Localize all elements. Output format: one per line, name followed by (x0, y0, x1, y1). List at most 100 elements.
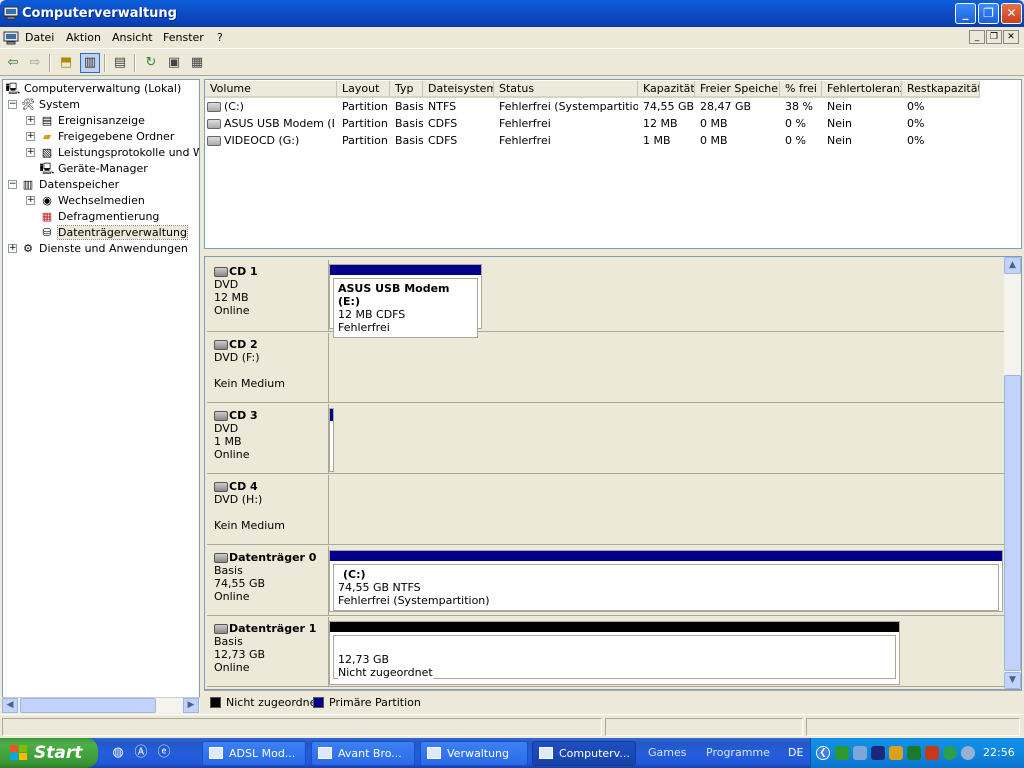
cd-volume-icon (207, 136, 221, 146)
column-typ[interactable]: Typ (390, 81, 423, 98)
tree-node-geraete-manager[interactable]: 🖳 Geräte-Manager (39, 161, 148, 177)
expand-dienste-toggle[interactable]: + (8, 244, 17, 253)
close-button[interactable]: ✕ (1001, 3, 1022, 24)
tree-scroll-thumb[interactable] (20, 698, 156, 713)
column-volume[interactable]: Volume (205, 81, 337, 98)
disk-label-cd1[interactable]: CD 1 DVD 12 MB Online (207, 260, 329, 332)
column-kapazitaet[interactable]: Kapazität (638, 81, 695, 98)
tree-horizontal-scrollbar[interactable]: ◀ ▶ (2, 697, 200, 713)
column-dateisystem[interactable]: Dateisystem (423, 81, 494, 98)
column-prozent-frei[interactable]: % frei (780, 81, 822, 98)
partition-unallocated[interactable]: 12,73 GB Nicht zugeordnet (329, 621, 900, 685)
expand-leistungsprotokolle-toggle[interactable]: + (26, 148, 35, 157)
tray-usb-icon[interactable] (889, 746, 903, 760)
child-close-button[interactable]: ✕ (1003, 30, 1019, 44)
clock[interactable]: 22:56 (983, 746, 1015, 759)
maximize-button[interactable]: ❐ (978, 3, 999, 24)
mmc-system-icon[interactable] (3, 30, 19, 46)
tree-node-ereignisanzeige[interactable]: ▤ Ereignisanzeige (39, 113, 145, 129)
help-icon[interactable]: ▤ (110, 53, 130, 73)
console-tree[interactable]: 🖳 Computerverwaltung (Lokal) − 🛠 System + … (2, 79, 200, 713)
disk-label-cd4[interactable]: CD 4 DVD (H:) Kein Medium (207, 475, 329, 545)
scroll-up-button[interactable]: ▲ (1004, 257, 1021, 274)
task-avant-browser[interactable]: Avant Bro... (311, 741, 415, 766)
column-fehlertoleranz[interactable]: Fehlertoleranz (822, 81, 902, 98)
disk-map[interactable]: CD 1 DVD 12 MB Online ASUS USB Modem (E:… (204, 256, 1022, 690)
menu-datei[interactable]: Datei (25, 31, 54, 44)
column-freier-speicher[interactable]: Freier Speicher (695, 81, 780, 98)
tray-antivirus-icon[interactable] (925, 746, 939, 760)
scroll-right-button[interactable]: ▶ (183, 698, 199, 713)
task-adsl-modem[interactable]: ADSL Mod... (202, 741, 306, 766)
show-tree-icon[interactable]: ▥ (80, 53, 100, 73)
minimize-button[interactable]: _ (955, 3, 976, 24)
child-minimize-button[interactable]: _ (969, 30, 985, 44)
partition-videocd[interactable] (329, 408, 334, 472)
disk-label-cd3[interactable]: CD 3 DVD 1 MB Online (207, 404, 329, 474)
tray-monitor-icon[interactable] (907, 746, 921, 760)
properties-icon[interactable]: ▣ (164, 53, 184, 73)
cd-drive-icon (214, 267, 228, 277)
settings-icon[interactable]: ▦ (187, 53, 207, 73)
toolbar-programme[interactable]: Programme (706, 746, 770, 759)
menu-aktion[interactable]: Aktion (66, 31, 101, 44)
disk-vertical-scrollbar[interactable]: ▲ ▼ (1004, 257, 1021, 689)
tray-network-icon[interactable] (835, 746, 849, 760)
start-button[interactable]: Start (0, 738, 98, 768)
menu-ansicht[interactable]: Ansicht (112, 31, 153, 44)
quicklaunch-ie-icon[interactable]: ⓔ (156, 745, 172, 761)
disk-label-datentraeger0[interactable]: Datenträger 0 Basis 74,55 GB Online (207, 546, 329, 616)
column-layout[interactable]: Layout (337, 81, 390, 98)
collapse-system-toggle[interactable]: − (8, 100, 17, 109)
volume-name-cell[interactable]: (C:) (207, 99, 334, 115)
tree-node-system[interactable]: 🛠 System (20, 97, 80, 113)
forward-arrow-icon[interactable]: ⇨ (25, 53, 45, 73)
menu-fenster[interactable]: Fenster (163, 31, 204, 44)
tray-volume-icon[interactable] (961, 746, 975, 760)
quicklaunch-avant-icon[interactable]: Ⓐ (133, 745, 149, 761)
partition-c[interactable]: (C:) 74,55 GB NTFS Fehlerfrei (Systempar… (329, 550, 1003, 612)
task-verwaltung[interactable]: Verwaltung (420, 741, 528, 766)
scroll-down-button[interactable]: ▼ (1004, 672, 1021, 689)
title-bar[interactable]: Computerverwaltung _ ❐ ✕ (0, 0, 1024, 27)
tree-node-freigegebene-ordner[interactable]: ▰ Freigegebene Ordner (39, 129, 175, 145)
child-restore-button[interactable]: ❐ (986, 30, 1002, 44)
toolbar-games[interactable]: Games (648, 746, 686, 759)
expand-wechselmedien-toggle[interactable]: + (26, 196, 35, 205)
column-status[interactable]: Status (494, 81, 638, 98)
volume-name-cell[interactable]: ASUS USB Modem (E:) (207, 116, 334, 132)
tree-node-datenspeicher[interactable]: ▥ Datenspeicher (20, 177, 119, 193)
expand-freigegebene-toggle[interactable]: + (26, 132, 35, 141)
partition-asus-usb-modem[interactable]: ASUS USB Modem (E:) 12 MB CDFS Fehlerfre… (329, 264, 482, 338)
tray-avant-icon[interactable] (871, 746, 885, 760)
language-indicator[interactable]: DE (788, 746, 803, 759)
tray-expand-icon[interactable]: ❮ (816, 746, 830, 760)
disk-scroll-thumb[interactable] (1004, 375, 1021, 671)
tree-node-leistungsprotokolle[interactable]: ▧Leistungsprotokolle und Warn (39, 145, 199, 161)
tree-node-wechselmedien[interactable]: ◉ Wechselmedien (39, 193, 145, 209)
volume-name-cell[interactable]: VIDEOCD (G:) (207, 133, 334, 149)
collapse-datenspeicher-toggle[interactable]: − (8, 180, 17, 189)
tray-display-icon[interactable] (853, 746, 867, 760)
refresh-icon[interactable]: ↻ (141, 53, 161, 73)
disk-label-cd2[interactable]: CD 2 DVD (F:) Kein Medium (207, 333, 329, 403)
primary-swatch (313, 697, 324, 708)
tree-node-datentraegerverwaltung[interactable]: ⛁ Datenträgerverwaltung (39, 225, 188, 241)
disk-label-datentraeger1[interactable]: Datenträger 1 Basis 12,73 GB Online (207, 617, 329, 687)
tray-dsl-icon[interactable] (943, 746, 957, 760)
disk-row-cd3 (329, 404, 1007, 474)
tree-node-defragmentierung[interactable]: ▦ Defragmentierung (39, 209, 160, 225)
scroll-left-button[interactable]: ◀ (2, 698, 18, 713)
back-arrow-icon[interactable]: ⇦ (3, 53, 23, 73)
tree-node-root[interactable]: 🖳 Computerverwaltung (Lokal) (5, 81, 182, 97)
volume-list[interactable]: Volume Layout Typ Dateisystem Status Kap… (204, 79, 1022, 249)
menu-help[interactable]: ? (217, 31, 223, 44)
up-folder-icon[interactable]: ⬒ (56, 53, 76, 73)
column-restkapazitaet[interactable]: Restkapazität (902, 81, 980, 98)
tree-node-dienste[interactable]: ⚙ Dienste und Anwendungen (20, 241, 188, 257)
task-computerverwaltung[interactable]: Computerv... (532, 741, 636, 766)
legend-primary: Primäre Partition (313, 696, 421, 709)
volume-cell: 0% (907, 100, 925, 113)
quicklaunch-explorer-icon[interactable]: ◍ (110, 745, 126, 761)
expand-ereignisanzeige-toggle[interactable]: + (26, 116, 35, 125)
